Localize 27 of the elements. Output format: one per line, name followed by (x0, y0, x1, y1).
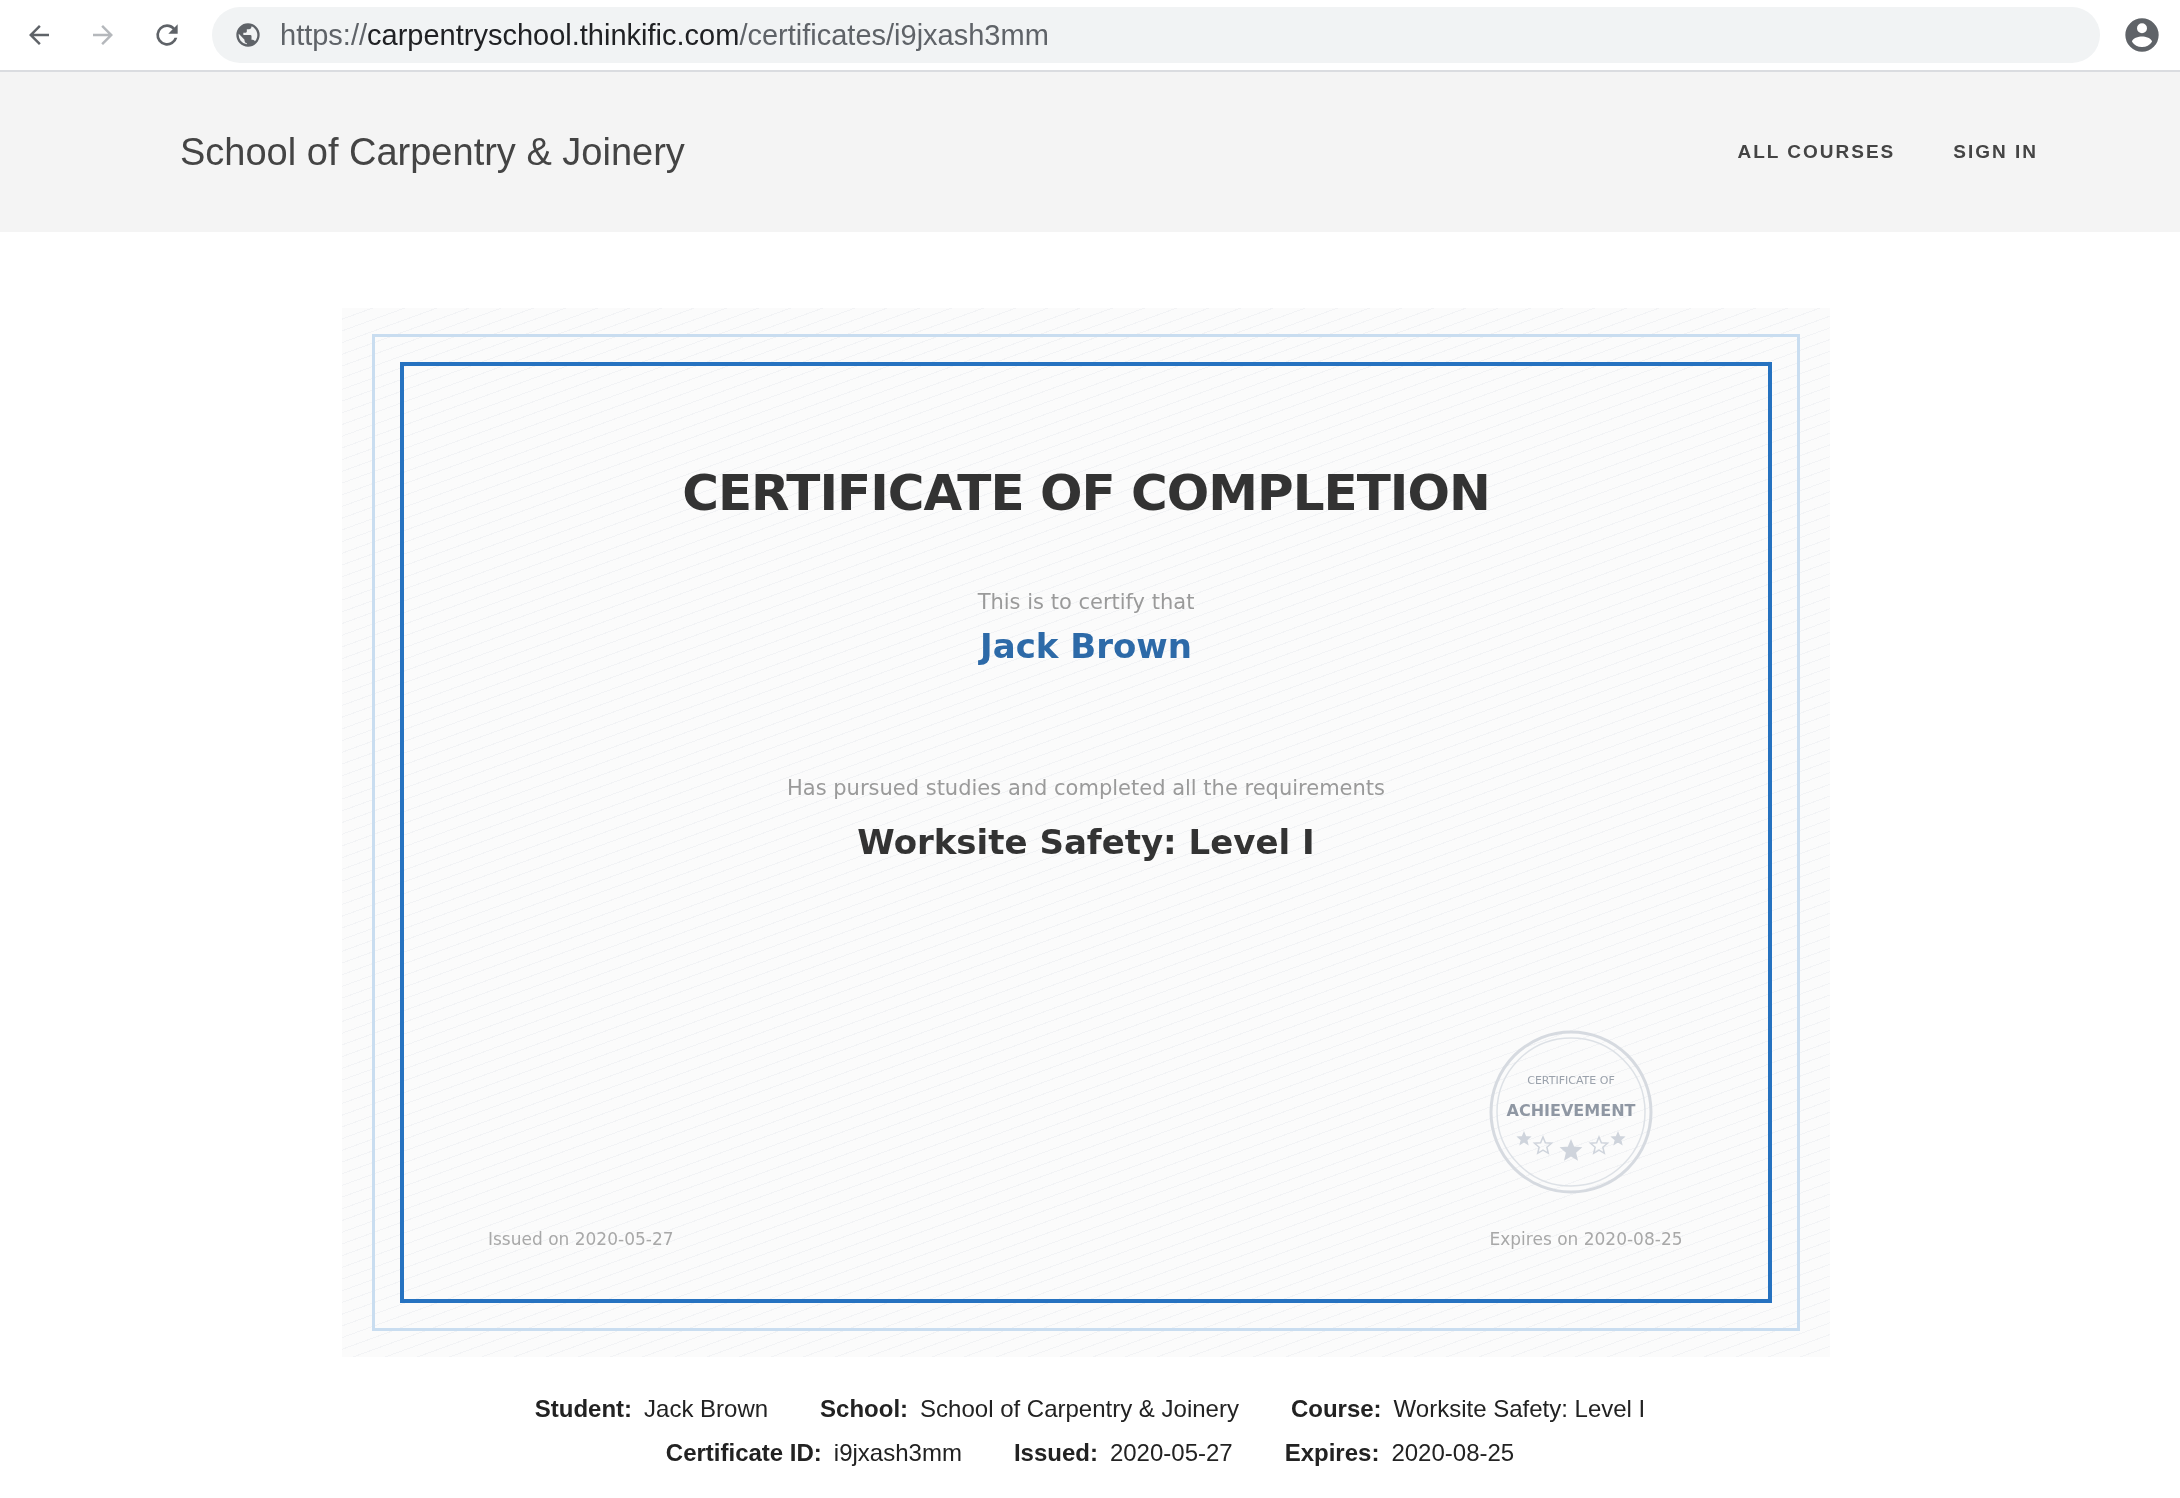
nav-link[interactable]: ALL COURSES (1737, 141, 1896, 163)
url-text: https://carpentryschool.thinkific.com/certificates/i9jxash3mm (280, 18, 1049, 52)
student-name: Jack Brown (980, 626, 1192, 666)
detail-text: School: School of Carpentry & Joinery (820, 1395, 1239, 1423)
star-icon (1516, 1131, 1532, 1146)
detail-text: Certificate ID: i9jxash3mm (665, 1439, 962, 1467)
expiry-date: Expires on 2020-08-25 (1489, 1229, 1683, 1249)
star-icon (1610, 1131, 1626, 1146)
detail-text: Expires: 2020-08-25 (1284, 1439, 1515, 1467)
course-name: Worksite Safety: Level I (857, 822, 1315, 862)
issued-date: Issued on 2020-05-27 (488, 1229, 674, 1249)
statement-text: Has pursued studies and completed all the requirements (786, 776, 1386, 800)
address-field[interactable]: https://carpentryschool.thinkific.com/certificates/i9jxash3mm (212, 7, 2100, 63)
detail-text: Course: Worksite Safety: Level I (1290, 1395, 1646, 1423)
star-icon (1532, 1135, 1554, 1155)
detail-text: Issued: 2020-05-27 (1013, 1439, 1233, 1467)
star-icon (1588, 1135, 1610, 1155)
profile-icon[interactable] (2122, 15, 2162, 55)
certificate-title: CERTIFICATE OF COMPLETION (682, 464, 1490, 522)
seal-caption: CERTIFICATE OF (1527, 1074, 1615, 1087)
certify-text: This is to certify that (977, 590, 1195, 614)
globe-icon (234, 21, 262, 49)
nav-link[interactable]: SIGN IN (1953, 141, 2038, 163)
seal-title: ACHIEVEMENT (1506, 1101, 1636, 1120)
detail-text: Student: Jack Brown (534, 1395, 769, 1423)
school-name[interactable]: School of Carpentry & Joinery (180, 130, 685, 174)
star-icon (1559, 1139, 1583, 1161)
